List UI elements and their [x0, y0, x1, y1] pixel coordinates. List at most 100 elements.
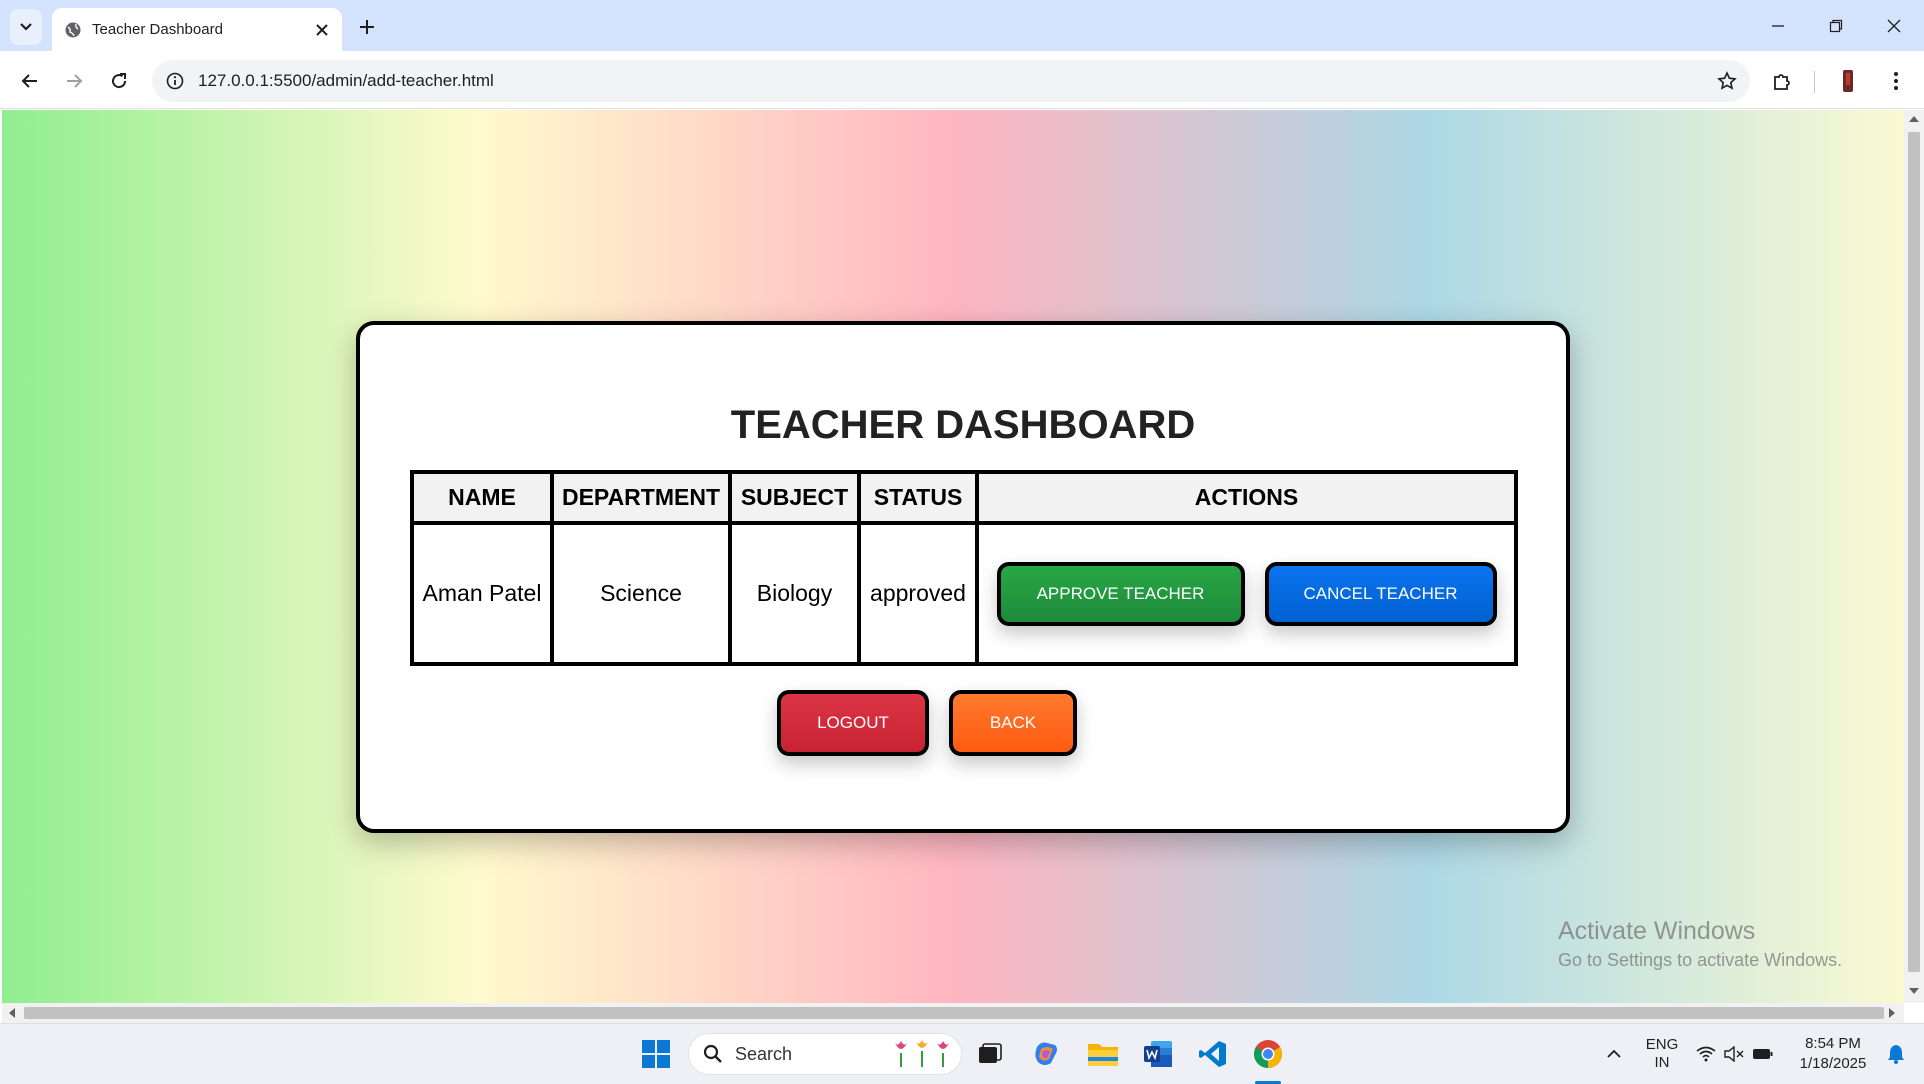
close-icon	[1887, 19, 1901, 33]
site-info-button[interactable]	[152, 72, 198, 90]
task-view-icon	[979, 1043, 1002, 1063]
header-name: NAME	[410, 470, 554, 525]
reload-button[interactable]	[103, 65, 135, 97]
teacher-table: NAME DEPARTMENT SUBJECT STATUS ACTIONS A…	[410, 470, 1518, 666]
clock-time: 8:54 PM	[1805, 1035, 1861, 1052]
page-title: TEACHER DASHBOARD	[730, 403, 1196, 447]
tab-close-button[interactable]	[308, 16, 336, 44]
globe-icon	[65, 22, 81, 37]
horizontal-scrollbar[interactable]	[2, 1003, 1904, 1023]
address-bar[interactable]: 127.0.0.1:5500/admin/add-teacher.html	[152, 60, 1750, 102]
approve-teacher-button[interactable]: APPROVE TEACHER	[996, 561, 1245, 626]
browser-menu-button[interactable]	[1880, 65, 1912, 97]
avatar-icon	[1843, 70, 1853, 92]
clock[interactable]: 8:54 PM 1/18/2025	[1788, 1034, 1878, 1074]
bottom-actions: LOGOUT BACK	[360, 690, 1566, 756]
start-button[interactable]	[636, 1034, 676, 1074]
tab-search-button[interactable]	[10, 9, 42, 45]
language-indicator[interactable]: ENG IN	[1640, 1036, 1684, 1072]
taskbar-search[interactable]: Search	[688, 1033, 962, 1075]
quick-settings-button[interactable]	[1690, 1034, 1780, 1074]
restore-icon	[1829, 19, 1843, 33]
header-department: DEPARTMENT	[550, 470, 732, 525]
extensions-button[interactable]	[1766, 65, 1798, 97]
back-button[interactable]: BACK	[949, 690, 1077, 756]
copilot-button[interactable]	[1026, 1034, 1066, 1074]
reload-icon	[112, 73, 127, 89]
back-nav-button[interactable]	[14, 65, 46, 97]
arrow-right-icon	[67, 74, 83, 88]
vscode-icon	[1199, 1041, 1226, 1067]
tulips-icon	[895, 1040, 949, 1067]
cell-name: Aman Patel	[410, 521, 554, 666]
minimize-icon	[1772, 25, 1784, 27]
folder-icon	[1088, 1044, 1118, 1066]
more-vertical-icon	[1894, 72, 1898, 90]
wifi-icon	[1696, 1046, 1716, 1062]
tab-title: Teacher Dashboard	[92, 21, 223, 38]
scroll-up-arrow-icon[interactable]	[1909, 116, 1919, 122]
vertical-scroll-thumb[interactable]	[1908, 132, 1920, 972]
windows-taskbar: Search ENG IN 8:54 PM 1/18/2025	[0, 1023, 1924, 1084]
bell-icon	[1888, 1045, 1904, 1064]
arrow-left-icon	[21, 74, 37, 88]
scroll-left-arrow-icon[interactable]	[9, 1008, 15, 1018]
profile-button[interactable]	[1832, 65, 1864, 97]
chevron-up-icon	[1607, 1049, 1621, 1058]
scroll-down-arrow-icon[interactable]	[1909, 988, 1919, 994]
header-subject: SUBJECT	[728, 470, 861, 525]
search-placeholder: Search	[735, 1043, 793, 1064]
new-tab-button[interactable]	[352, 12, 382, 42]
chevron-down-icon	[20, 23, 32, 31]
chrome-icon	[1254, 1040, 1282, 1068]
cell-status: approved	[857, 521, 979, 666]
star-icon	[1717, 71, 1737, 90]
show-hidden-icons-button[interactable]	[1594, 1034, 1634, 1074]
restore-button[interactable]	[1814, 8, 1858, 44]
table-row: Aman Patel Science Biology approved APPR…	[410, 521, 1518, 666]
vscode-button[interactable]	[1193, 1034, 1233, 1074]
language-code: ENG	[1645, 1036, 1679, 1053]
cancel-teacher-button[interactable]: CANCEL TEACHER	[1264, 561, 1497, 626]
bookmark-button[interactable]	[1704, 71, 1750, 91]
scroll-right-arrow-icon[interactable]	[1889, 1008, 1895, 1018]
copilot-icon	[1035, 1042, 1057, 1065]
close-window-button[interactable]	[1872, 8, 1916, 44]
browser-tab[interactable]: Teacher Dashboard	[52, 8, 342, 51]
cell-actions: APPROVE TEACHER CANCEL TEACHER	[975, 521, 1518, 666]
table-header-row: NAME DEPARTMENT SUBJECT STATUS ACTIONS	[410, 470, 1518, 525]
search-icon	[703, 1044, 722, 1063]
dashboard-card: TEACHER DASHBOARD NAME DEPARTMENT SUBJEC…	[356, 321, 1570, 833]
close-icon	[316, 23, 328, 36]
puzzle-icon	[1774, 74, 1790, 90]
word-icon	[1144, 1041, 1172, 1067]
info-icon	[166, 72, 184, 90]
clock-date: 1/18/2025	[1799, 1055, 1867, 1072]
watermark-subtitle: Go to Settings to activate Windows.	[1558, 950, 1843, 970]
notifications-button[interactable]	[1876, 1034, 1916, 1074]
horizontal-scroll-thumb[interactable]	[24, 1007, 1884, 1019]
vertical-scrollbar[interactable]	[1904, 110, 1924, 1003]
browser-toolbar: 127.0.0.1:5500/admin/add-teacher.html	[0, 51, 1924, 109]
windows-logo-icon	[642, 1040, 670, 1068]
logout-button[interactable]: LOGOUT	[777, 690, 929, 756]
chrome-button[interactable]	[1248, 1034, 1288, 1074]
minimize-button[interactable]	[1756, 8, 1800, 44]
watermark-title: Activate Windows	[1558, 917, 1756, 945]
header-actions: ACTIONS	[975, 470, 1518, 525]
activate-windows-watermark: Activate Windows Go to Settings to activ…	[1558, 917, 1842, 971]
header-status: STATUS	[857, 470, 979, 525]
file-explorer-button[interactable]	[1083, 1034, 1123, 1074]
word-button[interactable]	[1138, 1034, 1178, 1074]
url-text: 127.0.0.1:5500/admin/add-teacher.html	[198, 71, 494, 90]
browser-tab-bar: Teacher Dashboard	[0, 0, 1924, 51]
toolbar-separator	[1814, 71, 1815, 93]
speaker-muted-icon	[1724, 1046, 1744, 1062]
plus-icon	[360, 20, 374, 34]
battery-icon	[1753, 1049, 1773, 1059]
forward-nav-button[interactable]	[58, 65, 90, 97]
screen: Teacher Dashboard 127.0.0.1:5500/admin/a…	[0, 0, 1924, 1084]
cell-subject: Biology	[728, 521, 861, 666]
task-view-button[interactable]	[970, 1034, 1010, 1074]
page-viewport: TEACHER DASHBOARD NAME DEPARTMENT SUBJEC…	[2, 110, 1904, 1003]
